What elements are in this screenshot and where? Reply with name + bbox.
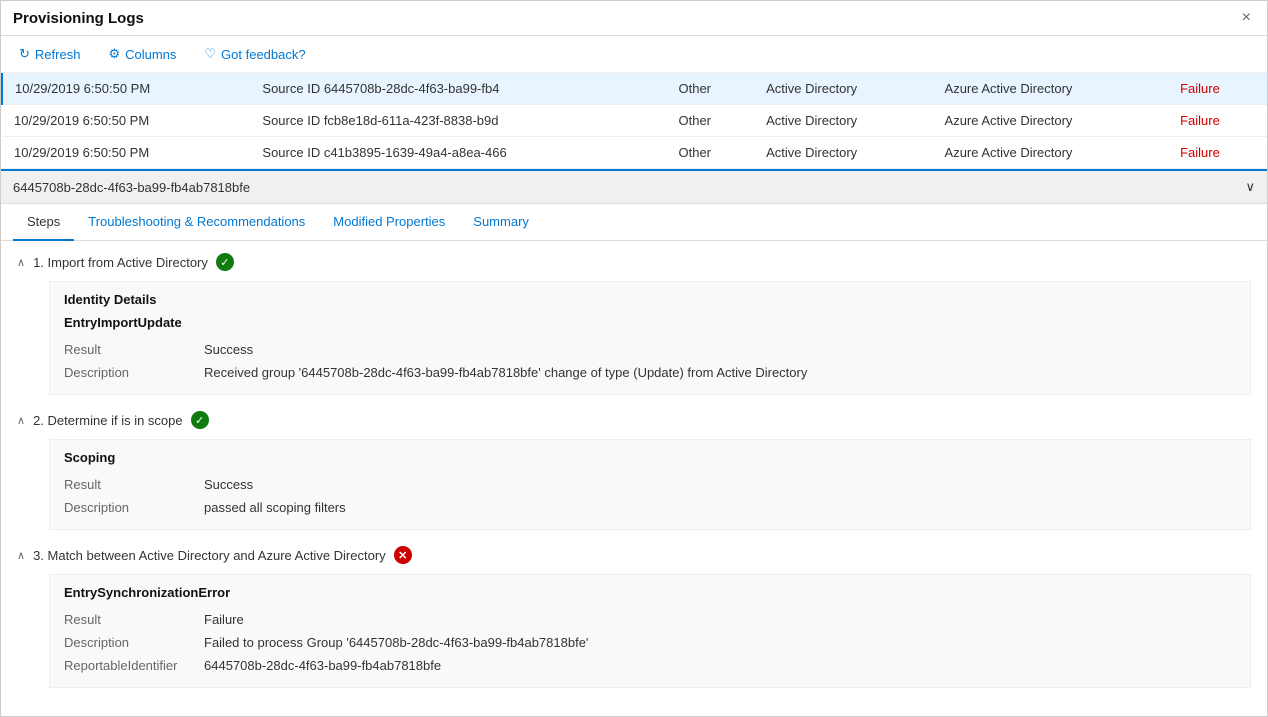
table-row[interactable]: 10/29/2019 6:50:50 PM Source ID 6445708b… (2, 73, 1267, 105)
step-toggle[interactable]: ∧ (17, 549, 25, 562)
field-label: Result (64, 608, 204, 631)
cell-timestamp: 10/29/2019 6:50:50 PM (2, 137, 250, 169)
table-row[interactable]: 10/29/2019 6:50:50 PM Source ID fcb8e18d… (2, 105, 1267, 137)
cell-source: Active Directory (754, 137, 932, 169)
field-value: Failed to process Group '6445708b-28dc-4… (204, 631, 1236, 654)
step-section-title: EntrySynchronizationError (64, 585, 1236, 600)
step-section-title: Identity Details (64, 292, 1236, 307)
step-3: ∧ 3. Match between Active Directory and … (17, 546, 1251, 688)
step-success-icon: ✓ (216, 253, 234, 271)
step-toggle[interactable]: ∧ (17, 256, 25, 269)
step-details: EntrySynchronizationError ResultFailureD… (49, 574, 1251, 688)
field-value: Success (204, 338, 1236, 361)
cell-status: Failure (1168, 73, 1267, 105)
cell-source-id: Source ID c41b3895-1639-49a4-a8ea-466 (250, 137, 666, 169)
step-sub-title: EntryImportUpdate (64, 315, 1236, 330)
close-button[interactable]: × (1238, 9, 1255, 27)
field-label: Description (64, 631, 204, 654)
step-toggle[interactable]: ∧ (17, 414, 25, 427)
tab-modified-properties[interactable]: Modified Properties (319, 204, 459, 241)
field-value: Received group '6445708b-28dc-4f63-ba99-… (204, 361, 1236, 384)
cell-source: Active Directory (754, 105, 932, 137)
step-success-icon: ✓ (191, 411, 209, 429)
detail-header: 6445708b-28dc-4f63-ba99-fb4ab7818bfe ∨ (1, 171, 1267, 204)
field-value: passed all scoping filters (204, 496, 1236, 519)
field-label: Result (64, 338, 204, 361)
cell-source-id: Source ID 6445708b-28dc-4f63-ba99-fb4 (250, 73, 666, 105)
step-header: ∧ 1. Import from Active Directory ✓ (17, 253, 1251, 271)
cell-timestamp: 10/29/2019 6:50:50 PM (2, 105, 250, 137)
step-section-title: Scoping (64, 450, 1236, 465)
heart-icon: ♡ (204, 46, 216, 62)
detail-tabs: StepsTroubleshooting & RecommendationsMo… (1, 204, 1267, 241)
cell-target: Azure Active Directory (933, 137, 1169, 169)
columns-button[interactable]: ⚙ Columns (102, 42, 182, 66)
cell-source-id: Source ID fcb8e18d-611a-423f-8838-b9d (250, 105, 666, 137)
step-header: ∧ 3. Match between Active Directory and … (17, 546, 1251, 564)
cell-target: Azure Active Directory (933, 73, 1169, 105)
columns-label: Columns (125, 47, 176, 62)
detail-collapse-icon[interactable]: ∨ (1245, 179, 1255, 195)
table-row[interactable]: 10/29/2019 6:50:50 PM Source ID c41b3895… (2, 137, 1267, 169)
columns-icon: ⚙ (108, 46, 120, 62)
step-failure-icon: ✕ (394, 546, 412, 564)
step-header: ∧ 2. Determine if is in scope ✓ (17, 411, 1251, 429)
step-detail-table: ResultSuccessDescriptionpassed all scopi… (64, 473, 1236, 519)
step-detail-table: ResultFailureDescriptionFailed to proces… (64, 608, 1236, 677)
panel-header: Provisioning Logs × (1, 1, 1267, 36)
cell-status: Failure (1168, 105, 1267, 137)
cell-type: Other (667, 73, 755, 105)
step-2: ∧ 2. Determine if is in scope ✓ Scoping … (17, 411, 1251, 530)
tab-steps[interactable]: Steps (13, 204, 74, 241)
step-title: 2. Determine if is in scope (33, 413, 183, 428)
toolbar: ↻ Refresh ⚙ Columns ♡ Got feedback? (1, 36, 1267, 73)
field-value: Success (204, 473, 1236, 496)
cell-source: Active Directory (754, 73, 932, 105)
steps-content: ∧ 1. Import from Active Directory ✓ Iden… (1, 241, 1267, 716)
field-value: 6445708b-28dc-4f63-ba99-fb4ab7818bfe (204, 654, 1236, 677)
field-value: Failure (204, 608, 1236, 631)
step-details: Scoping ResultSuccessDescriptionpassed a… (49, 439, 1251, 530)
step-title: 1. Import from Active Directory (33, 255, 208, 270)
step-1: ∧ 1. Import from Active Directory ✓ Iden… (17, 253, 1251, 395)
tab-summary[interactable]: Summary (459, 204, 543, 241)
feedback-label: Got feedback? (221, 47, 306, 62)
cell-type: Other (667, 137, 755, 169)
step-title: 3. Match between Active Directory and Az… (33, 548, 386, 563)
field-label: Result (64, 473, 204, 496)
refresh-label: Refresh (35, 47, 81, 62)
provisioning-logs-panel: Provisioning Logs × ↻ Refresh ⚙ Columns … (0, 0, 1268, 717)
refresh-button[interactable]: ↻ Refresh (13, 42, 86, 66)
step-details: Identity Details EntryImportUpdate Resul… (49, 281, 1251, 395)
log-table: 10/29/2019 6:50:50 PM Source ID 6445708b… (1, 73, 1267, 169)
cell-timestamp: 10/29/2019 6:50:50 PM (2, 73, 250, 105)
step-detail-table: ResultSuccessDescriptionReceived group '… (64, 338, 1236, 384)
field-label: ReportableIdentifier (64, 654, 204, 677)
panel-title: Provisioning Logs (13, 10, 144, 27)
cell-status: Failure (1168, 137, 1267, 169)
tab-troubleshooting-recommendations[interactable]: Troubleshooting & Recommendations (74, 204, 319, 241)
field-label: Description (64, 361, 204, 384)
detail-id: 6445708b-28dc-4f63-ba99-fb4ab7818bfe (13, 180, 250, 195)
detail-panel: 6445708b-28dc-4f63-ba99-fb4ab7818bfe ∨ S… (1, 169, 1267, 716)
cell-target: Azure Active Directory (933, 105, 1169, 137)
feedback-button[interactable]: ♡ Got feedback? (198, 42, 311, 66)
cell-type: Other (667, 105, 755, 137)
refresh-icon: ↻ (19, 46, 30, 62)
field-label: Description (64, 496, 204, 519)
